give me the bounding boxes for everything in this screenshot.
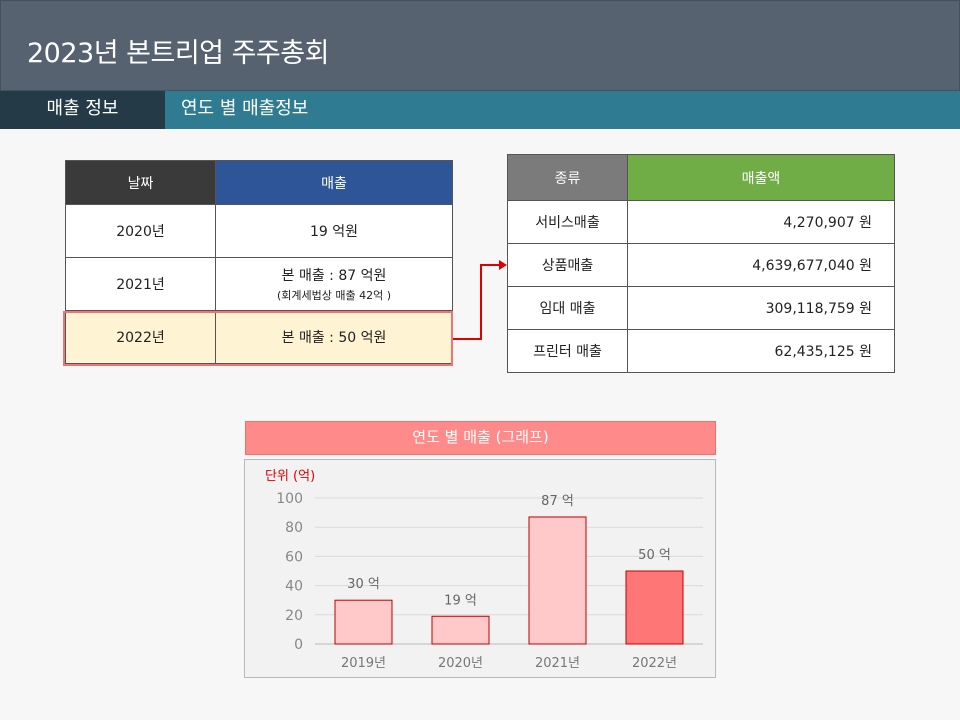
chart-area: 단위 (억) 0 20 40 60 80 100 30 억 2019년 19 억 2020년 87 … xyxy=(244,459,716,678)
data-label: 30 억 xyxy=(347,577,380,592)
y-tick-label: 80 xyxy=(285,520,303,536)
table-header-row: 종류 매출액 xyxy=(507,154,895,201)
type-cell: 서비스매출 xyxy=(507,200,628,244)
sales-value: 본 매출 : 87 억원 xyxy=(281,268,387,284)
title-bar: 2023년 본트리업 주주총회 xyxy=(0,0,960,91)
data-label: 19 억 xyxy=(444,593,477,608)
page-title: 2023년 본트리업 주주총회 xyxy=(27,38,329,69)
y-tick-label: 100 xyxy=(276,491,303,507)
table-row: 2021년 본 매출 : 87 억원 (회계세법상 매출 42억 ) xyxy=(65,257,453,311)
y-tick-label: 20 xyxy=(285,608,303,624)
date-cell: 2021년 xyxy=(65,257,216,311)
date-cell: 2020년 xyxy=(65,204,216,258)
table-header-row: 날짜 매출 xyxy=(65,160,453,205)
sales-cell: 본 매출 : 87 억원 (회계세법상 매출 42억 ) xyxy=(215,257,453,311)
column-header-type: 종류 xyxy=(507,154,628,201)
tab-bar: 매출 정보 연도 별 매출정보 xyxy=(0,91,960,129)
table-row: 상품매출 4,639,677,040 원 xyxy=(507,243,895,287)
sales-cell: 19 억원 xyxy=(215,204,453,258)
x-tick-label: 2022년 xyxy=(632,656,677,671)
revenue-type-table: 종류 매출액 서비스매출 4,270,907 원 상품매출 4,639,677,… xyxy=(507,154,895,373)
data-label: 50 억 xyxy=(638,548,671,563)
y-axis-label: 단위 (억) xyxy=(265,469,315,484)
type-cell: 상품매출 xyxy=(507,243,628,287)
bar xyxy=(334,599,393,645)
table-row: 임대 매출 309,118,759 원 xyxy=(507,286,895,330)
amount-cell: 4,639,677,040 원 xyxy=(627,243,895,287)
y-tick-label: 40 xyxy=(285,579,303,595)
sales-note: (회계세법상 매출 42억 ) xyxy=(276,289,392,302)
table-row: 2020년 19 억원 xyxy=(65,204,453,258)
y-tick-label: 60 xyxy=(285,549,303,565)
table-row: 서비스매출 4,270,907 원 xyxy=(507,200,895,244)
x-tick-label: 2020년 xyxy=(438,656,483,671)
tab-yearly-sales-info[interactable]: 연도 별 매출정보 xyxy=(181,91,308,129)
amount-cell: 62,435,125 원 xyxy=(627,329,895,373)
x-tick-label: 2019년 xyxy=(341,656,386,671)
type-cell: 임대 매출 xyxy=(507,286,628,330)
chart-title: 연도 별 매출 (그래프) xyxy=(245,421,716,455)
data-label: 87 억 xyxy=(541,494,574,509)
y-tick-label: 0 xyxy=(294,637,303,653)
column-header-date: 날짜 xyxy=(65,160,216,205)
table-row: 프린터 매출 62,435,125 원 xyxy=(507,329,895,373)
amount-cell: 309,118,759 원 xyxy=(627,286,895,330)
amount-cell: 4,270,907 원 xyxy=(627,200,895,244)
tab-sales-info[interactable]: 매출 정보 xyxy=(0,91,165,129)
bar-chart: 단위 (억) 0 20 40 60 80 100 30 억 2019년 19 억 2020년 87 … xyxy=(265,469,703,671)
bar xyxy=(528,516,587,645)
column-header-sales: 매출 xyxy=(215,160,453,205)
column-header-amount: 매출액 xyxy=(627,154,895,201)
bar xyxy=(625,570,684,645)
connector-arrow xyxy=(453,260,507,340)
x-tick-label: 2021년 xyxy=(535,656,580,671)
highlight-frame xyxy=(63,311,453,366)
type-cell: 프린터 매출 xyxy=(507,329,628,373)
bar xyxy=(431,615,490,645)
